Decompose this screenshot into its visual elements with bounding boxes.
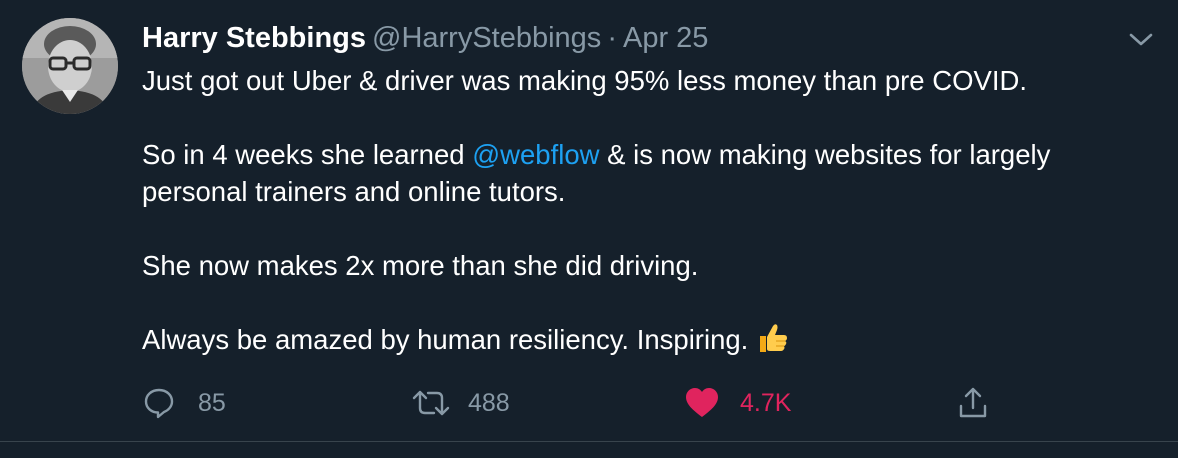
retweet-button[interactable]: 488 bbox=[412, 380, 510, 426]
reply-button[interactable]: 85 bbox=[142, 380, 226, 426]
tweet-line-4: Always be amazed by human resiliency. In… bbox=[142, 321, 1162, 364]
reply-icon bbox=[144, 388, 174, 419]
tweet-line-4-text: Always be amazed by human resiliency. In… bbox=[142, 324, 749, 355]
user-name[interactable]: Harry Stebbings bbox=[142, 22, 366, 54]
tweet-line-2: So in 4 weeks she learned @webflow & is … bbox=[142, 136, 1162, 210]
share-icon bbox=[959, 387, 987, 418]
tweet-text: Just got out Uber & driver was making 95… bbox=[142, 62, 1162, 364]
tweet-line-2-start: So in 4 weeks she learned bbox=[142, 139, 473, 170]
tweet-header: Harry Stebbings @HarryStebbings · Apr 25 bbox=[142, 20, 708, 56]
chevron-down-icon[interactable] bbox=[1124, 24, 1158, 54]
avatar-photo bbox=[22, 18, 118, 114]
reply-count: 85 bbox=[198, 388, 226, 417]
share-button[interactable] bbox=[956, 380, 990, 426]
user-handle[interactable]: @HarryStebbings bbox=[372, 22, 601, 54]
separator-dot: · bbox=[607, 22, 617, 54]
thumbs-up-emoji bbox=[756, 321, 790, 364]
tweet-divider bbox=[0, 441, 1178, 442]
tweet-line-3: She now makes 2x more than she did drivi… bbox=[142, 250, 699, 281]
tweet-line-1: Just got out Uber & driver was making 95… bbox=[142, 65, 1027, 96]
mention-link[interactable]: @webflow bbox=[472, 139, 599, 170]
retweet-count: 488 bbox=[468, 388, 510, 417]
tweet[interactable]: Harry Stebbings @HarryStebbings · Apr 25 Ju… bbox=[0, 0, 1178, 458]
like-count: 4.7K bbox=[740, 388, 792, 417]
avatar[interactable] bbox=[22, 18, 118, 114]
heart-icon bbox=[686, 388, 718, 417]
like-button[interactable]: 4.7K bbox=[684, 380, 791, 426]
tweet-date[interactable]: Apr 25 bbox=[623, 22, 708, 54]
retweet-icon bbox=[412, 390, 450, 416]
